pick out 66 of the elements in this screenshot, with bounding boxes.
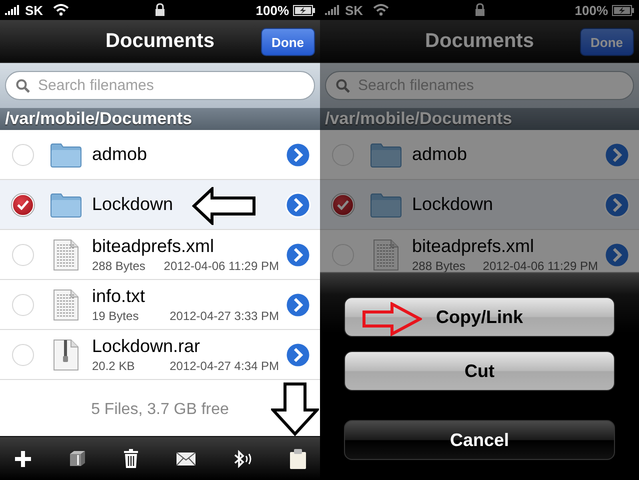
disclosure-button[interactable] <box>285 242 311 268</box>
carrier-name: SK <box>25 2 44 18</box>
document-icon <box>373 238 399 270</box>
disclosure-button[interactable] <box>285 292 311 318</box>
lock-icon <box>475 3 485 16</box>
carrier-name: SK <box>345 2 364 18</box>
battery-percent: 100% <box>574 2 608 18</box>
disclosure-button[interactable] <box>285 342 311 368</box>
lock-icon <box>155 3 165 16</box>
file-date: 2012-04-06 11:29 PM <box>482 259 598 273</box>
mail-icon[interactable] <box>176 452 196 466</box>
folder-icon <box>50 142 82 168</box>
battery-icon <box>612 4 634 16</box>
file-name: admob <box>92 144 148 165</box>
folder-path: /var/mobile/Documents <box>325 109 512 129</box>
arrow-icon <box>192 187 256 225</box>
plus-icon[interactable] <box>14 450 32 468</box>
file-name: info.txt <box>92 286 146 307</box>
done-button[interactable]: Done <box>260 28 315 56</box>
storage-summary: 5 Files, 3.7 GB free <box>91 401 229 419</box>
battery-percent: 100% <box>256 2 289 18</box>
file-date: 2012-04-06 11:29 PM <box>164 259 279 273</box>
sheet-button[interactable]: Copy/Link <box>344 297 615 337</box>
cancel-button[interactable]: Cancel <box>344 420 615 460</box>
wifi-icon <box>53 4 70 16</box>
file-size: 20.2 KB <box>92 359 135 373</box>
folder-icon <box>370 142 402 168</box>
bluetooth-icon[interactable] <box>232 450 252 468</box>
screen-title: Documents <box>106 30 214 52</box>
file-row[interactable]: Lockdown <box>0 180 320 230</box>
file-size: 19 Bytes <box>92 309 139 323</box>
battery-icon <box>293 4 315 16</box>
archive-icon[interactable] <box>68 450 87 468</box>
file-name: Lockdown <box>412 194 494 215</box>
file-name: Lockdown.rar <box>92 336 200 357</box>
trash-icon[interactable] <box>123 448 140 468</box>
disclosure-button[interactable] <box>604 192 630 218</box>
file-row[interactable]: Lockdown <box>320 180 639 230</box>
disclosure-button[interactable] <box>604 242 630 268</box>
file-size: 288 Bytes <box>92 259 146 273</box>
file-date: 2012-04-27 3:33 PM <box>170 309 279 323</box>
search-icon <box>336 79 350 93</box>
zip-file-icon <box>53 338 79 370</box>
document-icon <box>53 238 79 270</box>
file-size: 288 Bytes <box>412 259 466 273</box>
signal-icon <box>325 5 341 15</box>
file-name: biteadprefs.xml <box>412 236 534 257</box>
clipboard-icon[interactable] <box>288 448 307 470</box>
folder-path: /var/mobile/Documents <box>5 109 192 129</box>
sheet-button[interactable]: Cut <box>344 351 615 391</box>
wifi-icon <box>373 4 390 16</box>
folder-icon <box>370 192 402 218</box>
disclosure-button[interactable] <box>285 142 311 168</box>
file-name: admob <box>412 144 468 165</box>
signal-icon <box>5 5 21 15</box>
arrow-icon <box>362 302 422 336</box>
disclosure-button[interactable] <box>285 192 311 218</box>
file-name: biteadprefs.xml <box>92 236 214 257</box>
search-field[interactable]: Search filenames <box>5 71 315 100</box>
search-icon <box>16 79 30 93</box>
file-date: 2012-04-27 4:34 PM <box>170 359 279 373</box>
file-name: Lockdown <box>92 194 174 215</box>
folder-icon <box>50 192 82 218</box>
disclosure-button[interactable] <box>604 142 630 168</box>
document-icon <box>53 288 79 320</box>
screen-title: Documents <box>425 30 534 52</box>
